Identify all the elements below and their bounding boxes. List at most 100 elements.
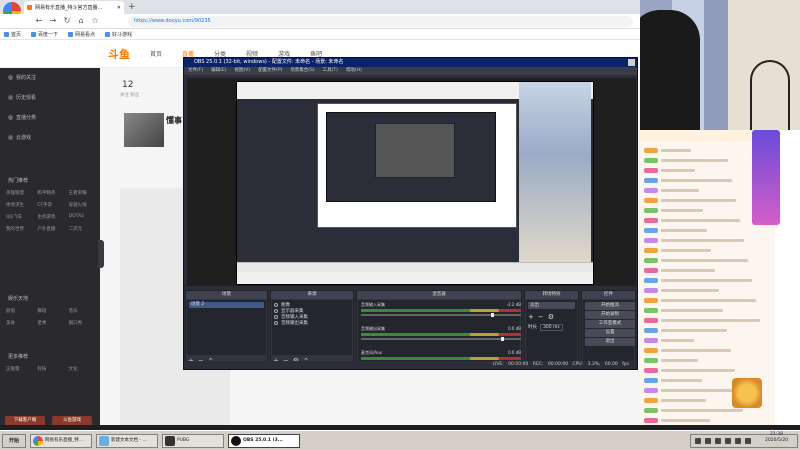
category-link[interactable]: 王者荣耀 [69,190,96,196]
user-badge-icon[interactable] [644,297,658,303]
taskbar-clock[interactable]: 21:38 2020/5/20 [765,432,788,444]
user-badge-icon[interactable] [644,357,658,363]
category-link[interactable]: 科技 [37,366,64,372]
user-badge-icon[interactable] [644,387,658,393]
sidebar-toggle-handle[interactable] [98,240,104,268]
category-link[interactable]: 二次元 [69,226,96,232]
visibility-eye-icon[interactable] [274,309,278,313]
taskbar-item-notepad[interactable]: 新建文本文档 - ... [96,434,158,448]
favorite-button[interactable]: ☆ [90,16,100,26]
category-link[interactable]: 星秀 [37,320,64,326]
taskbar-item-browser[interactable]: 网易有乐直播_特... [30,434,92,448]
user-badge-icon[interactable] [644,417,658,423]
user-badge-icon[interactable] [644,317,658,323]
home-button[interactable]: ⌂ [76,16,86,26]
user-badge-icon[interactable] [644,277,658,283]
stream-thumbnail[interactable] [124,113,164,147]
bookmark-item[interactable]: 网易看点 [68,31,95,38]
sidebar-item[interactable]: 直播分类 [8,114,36,121]
address-bar[interactable]: https://www.douyu.com/90235 [128,16,633,27]
user-badge-icon[interactable] [644,197,658,203]
browser-tab[interactable]: 网易有乐直播_特斗官方直播... ✕ [24,1,124,14]
obs-preview[interactable] [187,78,636,286]
transition-select[interactable]: 淡出 [528,302,575,309]
user-badge-icon[interactable] [644,167,658,173]
menu-item[interactable]: 场景集合(S) [290,67,314,75]
user-badge-icon[interactable] [644,237,658,243]
visibility-eye-icon[interactable] [274,321,278,325]
reload-button[interactable]: ↻ [62,16,72,26]
category-link[interactable]: 穿越火线 [69,202,96,208]
site-nav-item[interactable]: 首页 [150,49,162,58]
visibility-eye-icon[interactable] [274,315,278,319]
user-badge-icon[interactable] [644,257,658,263]
category-link[interactable]: 英雄联盟 [6,190,33,196]
menu-item[interactable]: 帮助(H) [346,67,362,75]
user-badge-icon[interactable] [644,157,658,163]
category-link[interactable]: 绝地求生 [6,202,33,208]
tray-ime-icon[interactable] [715,438,721,444]
gift-icon[interactable] [732,378,762,408]
start-streaming-button[interactable]: 开始推流 [585,302,635,310]
category-link[interactable]: 脱口秀 [69,320,96,326]
bookmark-item[interactable]: 首页 [4,31,21,38]
user-badge-icon[interactable] [644,397,658,403]
category-link[interactable]: QQ飞车 [6,214,33,220]
close-window-icon[interactable] [628,59,635,66]
category-link[interactable]: CF手游 [37,202,64,208]
menu-item[interactable]: 编辑(E) [211,67,226,75]
category-link[interactable]: 音乐 [69,308,96,314]
download-client-button[interactable]: 下载客户端 [5,416,45,425]
tab-close-icon[interactable]: ✕ [117,5,121,11]
category-link[interactable]: 美食 [6,320,33,326]
bookmark-item[interactable]: 百度一下 [31,31,58,38]
back-button[interactable]: ← [34,16,44,26]
transition-settings-gear-icon[interactable]: ⚙ [548,313,554,321]
category-link[interactable]: 颜值 [6,308,33,314]
volume-slider-knob[interactable] [501,337,504,341]
tray-volume-icon[interactable] [705,438,711,444]
category-link[interactable]: 户外直播 [37,226,64,232]
taskbar-item-obs[interactable]: OBS 25.0.1 (3... [228,434,300,448]
menu-item[interactable]: 工具(T) [323,67,338,75]
category-link[interactable]: 文化 [69,366,96,372]
category-link[interactable]: 主机游戏 [37,214,64,220]
site-logo[interactable]: 斗鱼 [108,46,130,62]
start-button[interactable]: 开始 [2,434,26,448]
exit-button[interactable]: 退出 [585,338,635,346]
obs-title-bar[interactable]: OBS 25.0.1 (32-bit, windows) - 配置文件: 未命名… [184,58,637,67]
sidebar-item[interactable]: 我的关注 [8,74,36,81]
menu-item[interactable]: 文件(F) [188,67,203,75]
forward-button[interactable]: → [48,16,58,26]
tray-app-icon[interactable] [745,438,751,444]
user-badge-icon[interactable] [644,177,658,183]
user-badge-icon[interactable] [644,377,658,383]
volume-slider[interactable] [361,337,521,341]
add-transition-button[interactable]: + [528,313,534,321]
user-badge-icon[interactable] [644,187,658,193]
start-recording-button[interactable]: 开始录制 [585,311,635,319]
category-link[interactable]: DOTA2 [69,214,96,220]
menu-item[interactable]: 视图(V) [234,67,250,75]
settings-button[interactable]: 设置 [585,329,635,337]
stream-title[interactable]: 懂事 [166,115,182,126]
sidebar-item[interactable]: 历史观看 [8,94,36,101]
user-badge-icon[interactable] [644,227,658,233]
category-link[interactable]: 正能量 [6,366,33,372]
studio-mode-button[interactable]: 工作室模式 [585,320,635,328]
scene-item[interactable]: 场景 2 [189,302,264,308]
game-center-button[interactable]: 斗鱼游戏 [52,416,92,425]
menu-item[interactable]: 配置文件(P) [258,67,282,75]
visibility-eye-icon[interactable] [274,303,278,307]
sidebar-item[interactable]: 云游戏 [8,134,31,141]
user-badge-icon[interactable] [644,347,658,353]
tray-app-icon[interactable] [735,438,741,444]
user-badge-icon[interactable] [644,407,658,413]
gift-promo-banner[interactable] [752,130,780,225]
user-badge-icon[interactable] [644,207,658,213]
tray-security-icon[interactable] [725,438,731,444]
new-tab-button[interactable]: + [128,2,136,12]
category-link[interactable]: 舞蹈 [37,308,64,314]
category-link[interactable]: 我的世界 [6,226,33,232]
user-badge-icon[interactable] [644,267,658,273]
